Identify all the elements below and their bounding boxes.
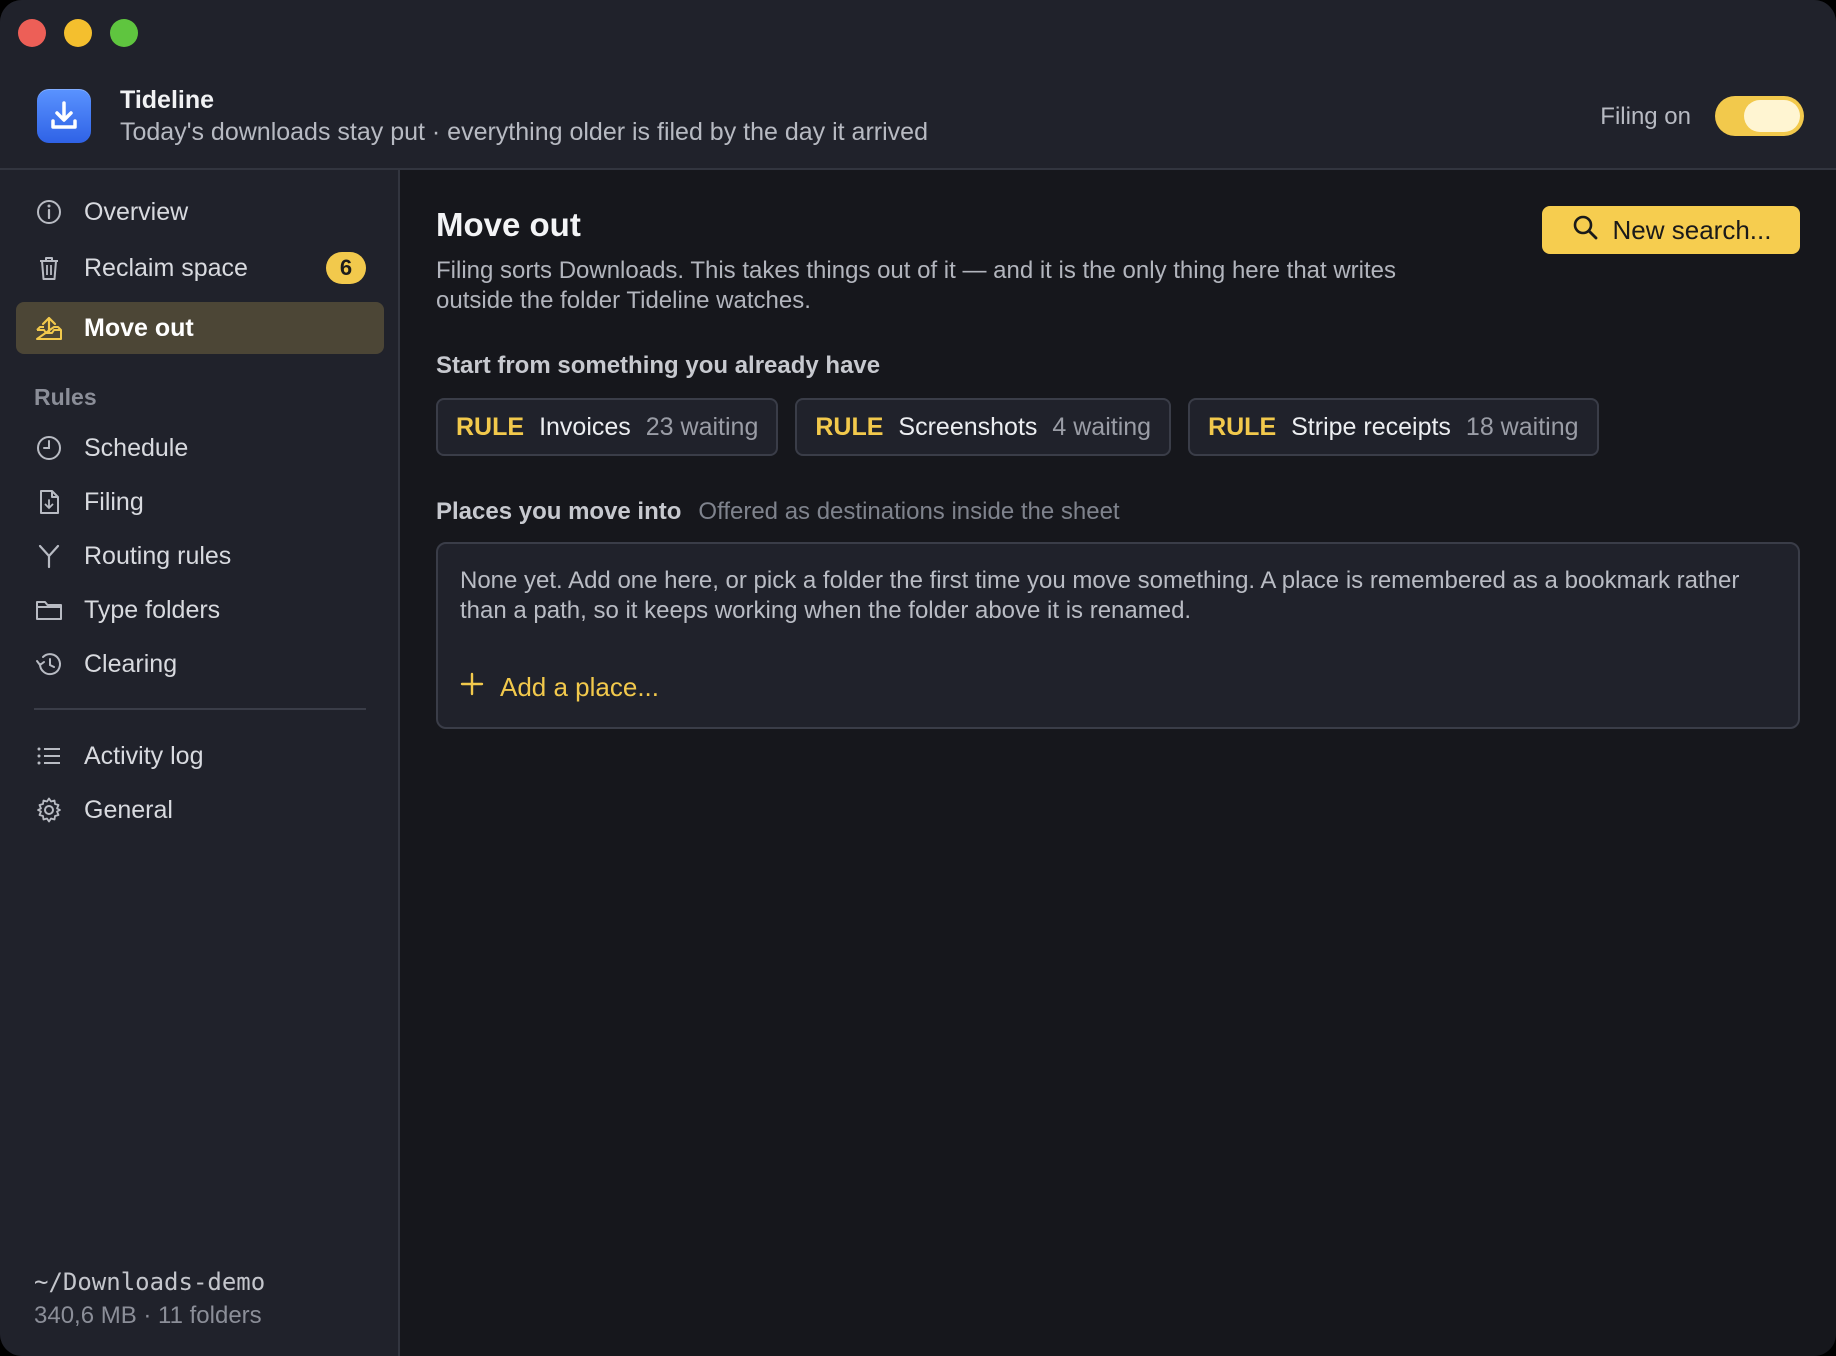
rule-chip-list: RULE Invoices 23 waiting RULE Screenshot… <box>436 398 1599 456</box>
sidebar-divider <box>34 708 366 710</box>
places-panel: None yet. Add one here, or pick a folder… <box>436 542 1800 729</box>
filing-toggle[interactable] <box>1715 96 1804 136</box>
sidebar-item-label: Routing rules <box>84 541 232 570</box>
new-search-button[interactable]: New search... <box>1542 206 1800 254</box>
sidebar-item-type-folders[interactable]: Type folders <box>16 584 384 636</box>
fork-icon <box>34 541 64 571</box>
app-subtitle: Today's downloads stay put · everything … <box>120 118 928 146</box>
window-controls <box>18 19 138 47</box>
reclaim-count-badge: 6 <box>326 252 366 284</box>
sidebar-item-clearing[interactable]: Clearing <box>16 638 384 690</box>
clock-icon <box>34 433 64 463</box>
document-download-icon <box>34 487 64 517</box>
sidebar-item-reclaim-space[interactable]: Reclaim space 6 <box>16 242 384 294</box>
filing-toggle-label: Filing on <box>1600 103 1691 130</box>
page-title: Move out <box>436 206 581 243</box>
rule-name: Screenshots <box>898 412 1038 441</box>
folder-icon <box>34 595 64 625</box>
plus-icon <box>460 672 484 703</box>
sidebar-item-routing-rules[interactable]: Routing rules <box>16 530 384 582</box>
app-download-icon <box>37 89 91 143</box>
list-icon <box>34 741 64 771</box>
sidebar-item-filing[interactable]: Filing <box>16 476 384 528</box>
close-window-button[interactable] <box>18 19 46 47</box>
add-place-button[interactable]: Add a place... <box>460 672 659 703</box>
sidebar-item-general[interactable]: General <box>16 784 384 836</box>
rule-chip-stripe-receipts[interactable]: RULE Stripe receipts 18 waiting <box>1188 398 1599 456</box>
title-bar: Tideline Today's downloads stay put · ev… <box>0 0 1836 170</box>
rule-waiting-count: 23 waiting <box>645 412 759 441</box>
app-window: Tideline Today's downloads stay put · ev… <box>0 0 1836 1356</box>
sidebar-item-label: Activity log <box>84 741 204 770</box>
sidebar-item-label: Overview <box>84 197 189 226</box>
rule-chip-invoices[interactable]: RULE Invoices 23 waiting <box>436 398 779 456</box>
sidebar: Overview Reclaim space 6 Move out Rules … <box>0 170 400 1356</box>
main-content: Move out Filing sorts Downloads. This ta… <box>402 170 1836 1356</box>
sidebar-item-activity-log[interactable]: Activity log <box>16 730 384 782</box>
sidebar-item-move-out[interactable]: Move out <box>16 302 384 354</box>
sidebar-item-overview[interactable]: Overview <box>16 186 384 238</box>
places-heading-row: Places you move into Offered as destinat… <box>436 498 1120 526</box>
rule-tag: RULE <box>1208 412 1277 441</box>
rule-tag: RULE <box>815 412 884 441</box>
sidebar-item-label: Reclaim space <box>84 253 248 282</box>
rule-waiting-count: 4 waiting <box>1052 412 1152 441</box>
history-icon <box>34 649 64 679</box>
sidebar-item-label: Clearing <box>84 649 178 678</box>
sidebar-item-schedule[interactable]: Schedule <box>16 422 384 474</box>
watched-folder-stats: 340,6 MB · 11 folders <box>34 1302 262 1329</box>
page-description: Filing sorts Downloads. This takes thing… <box>436 257 1397 314</box>
rule-tag: RULE <box>456 412 525 441</box>
gear-icon <box>34 795 64 825</box>
search-icon <box>1571 213 1599 248</box>
sidebar-item-label: General <box>84 795 173 824</box>
start-from-heading: Start from something you already have <box>436 352 881 379</box>
minimize-window-button[interactable] <box>64 19 92 47</box>
sidebar-item-label: Filing <box>84 487 144 516</box>
sidebar-item-label: Schedule <box>84 433 189 462</box>
rule-waiting-count: 18 waiting <box>1465 412 1579 441</box>
rule-chip-screenshots[interactable]: RULE Screenshots 4 waiting <box>795 398 1172 456</box>
app-title: Tideline <box>120 86 215 114</box>
add-place-label: Add a place... <box>500 672 659 702</box>
zoom-window-button[interactable] <box>110 19 138 47</box>
places-heading: Places you move into <box>436 498 682 525</box>
places-empty-message: None yet. Add one here, or pick a folder… <box>460 567 1740 624</box>
new-search-label: New search... <box>1612 214 1772 245</box>
toggle-knob <box>1744 100 1800 132</box>
sidebar-item-label: Move out <box>84 313 194 342</box>
info-icon <box>34 197 64 227</box>
places-hint: Offered as destinations inside the sheet <box>698 498 1120 525</box>
rules-section-label: Rules <box>34 384 97 410</box>
export-tray-icon <box>34 313 64 343</box>
rule-name: Invoices <box>539 412 631 441</box>
rule-name: Stripe receipts <box>1291 412 1451 441</box>
trash-icon <box>34 253 64 283</box>
watched-folder-path: ~/Downloads-demo <box>34 1268 266 1296</box>
sidebar-item-label: Type folders <box>84 595 221 624</box>
